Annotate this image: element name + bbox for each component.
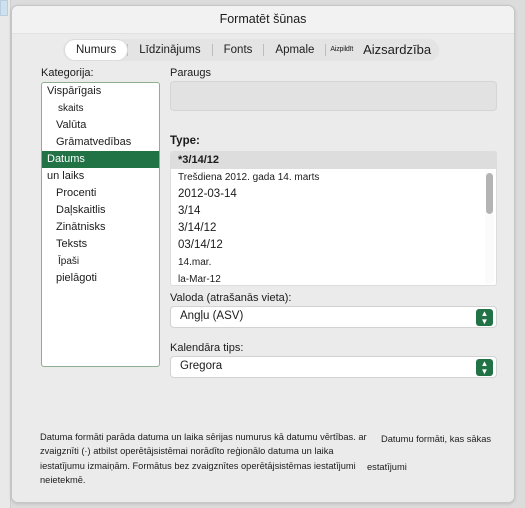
dialog-title: Formatēt šūnas [219, 12, 307, 26]
calendar-value: Gregora [180, 360, 223, 372]
tab-fonts[interactable]: Fonts [213, 40, 264, 60]
category-item-pielagoti[interactable]: pielāgoti [42, 270, 159, 287]
calendar-label: Kalendāra tips: [170, 342, 244, 354]
category-item-dalskaitlis[interactable]: Daļskaitlis [42, 202, 159, 219]
sample-preview-box [170, 81, 497, 111]
locale-value: Angļu (ASV) [180, 310, 244, 322]
screen-root: Formatēt šūnas Numurs Līdzinājums Fonts … [0, 0, 525, 508]
background-left-strip [0, 0, 11, 508]
type-item-7[interactable]: la-Mar-12 [171, 271, 496, 285]
category-label: Kategorija: [41, 67, 94, 79]
category-item-gramatvedibas[interactable]: Grāmatvedības [42, 134, 159, 151]
stepper-down-glyph: ▼ [480, 317, 489, 326]
type-item-3[interactable]: 3/14 [171, 203, 496, 220]
type-item-4[interactable]: 3/14/12 [171, 220, 496, 237]
locale-dropdown[interactable]: Angļu (ASV) ▲ ▼ [170, 306, 497, 328]
tab-apmale[interactable]: Apmale [264, 40, 325, 60]
locale-label: Valoda (atrašanās vieta): [170, 292, 292, 304]
type-item-2[interactable]: 2012-03-14 [171, 186, 496, 203]
type-listbox[interactable]: *3/14/12 Trešdiena 2012. gada 14. marts … [170, 151, 497, 286]
format-cells-dialog: Formatēt šūnas Numurs Līdzinājums Fonts … [11, 5, 515, 503]
type-label: Type: [170, 135, 200, 147]
category-item-valuta[interactable]: Valūta [42, 117, 159, 134]
dialog-titlebar: Formatēt šūnas [12, 6, 514, 34]
description-text: Datuma formāti parāda datuma un laika sē… [40, 432, 367, 485]
category-item-zinatnisks[interactable]: Zinātnisks [42, 219, 159, 236]
category-item-un-laiks[interactable]: un laiks [42, 168, 159, 185]
category-item-vispariagais[interactable]: Vispārīgais [42, 83, 159, 100]
description-overlay-line1: Datumu formāti, kas sākas [381, 434, 492, 444]
type-item-1[interactable]: Trešdiena 2012. gada 14. marts [171, 169, 496, 186]
chevron-updown-icon[interactable]: ▲ ▼ [476, 309, 493, 326]
type-scrollbar-thumb[interactable] [485, 172, 494, 215]
tab-aizsardziba[interactable]: Aizsardzība [357, 40, 437, 60]
type-item-6[interactable]: 14.mar. [171, 254, 496, 271]
type-item-5[interactable]: 03/14/12 [171, 237, 496, 254]
category-item-teksts[interactable]: Teksts [42, 236, 159, 253]
tab-lidzinajums[interactable]: Līdzinājums [128, 40, 211, 60]
description-overlay-line2: estatījumi [367, 462, 407, 472]
category-item-skaits[interactable]: skaits [42, 100, 159, 117]
calendar-dropdown[interactable]: Gregora ▲ ▼ [170, 356, 497, 378]
stepper-down-glyph: ▼ [480, 367, 489, 376]
category-listbox[interactable]: Vispārīgais skaits Valūta Grāmatvedības … [41, 82, 160, 367]
category-item-ipasi[interactable]: Īpaši [42, 253, 159, 270]
background-cell [0, 0, 8, 16]
category-item-procenti[interactable]: Procenti [42, 185, 159, 202]
chevron-updown-icon[interactable]: ▲ ▼ [476, 359, 493, 376]
sample-label: Paraugs [170, 67, 211, 79]
category-item-datums[interactable]: Datums [42, 151, 159, 168]
type-item-0[interactable]: *3/14/12 [171, 152, 496, 169]
tab-strip: Numurs Līdzinājums Fonts Apmale Aizpildī… [63, 39, 440, 61]
tab-numurs[interactable]: Numurs [65, 40, 128, 60]
dialog-body: Numurs Līdzinājums Fonts Apmale Aizpildī… [12, 34, 514, 502]
tab-aizpildit[interactable]: Aizpildīt [326, 40, 357, 60]
